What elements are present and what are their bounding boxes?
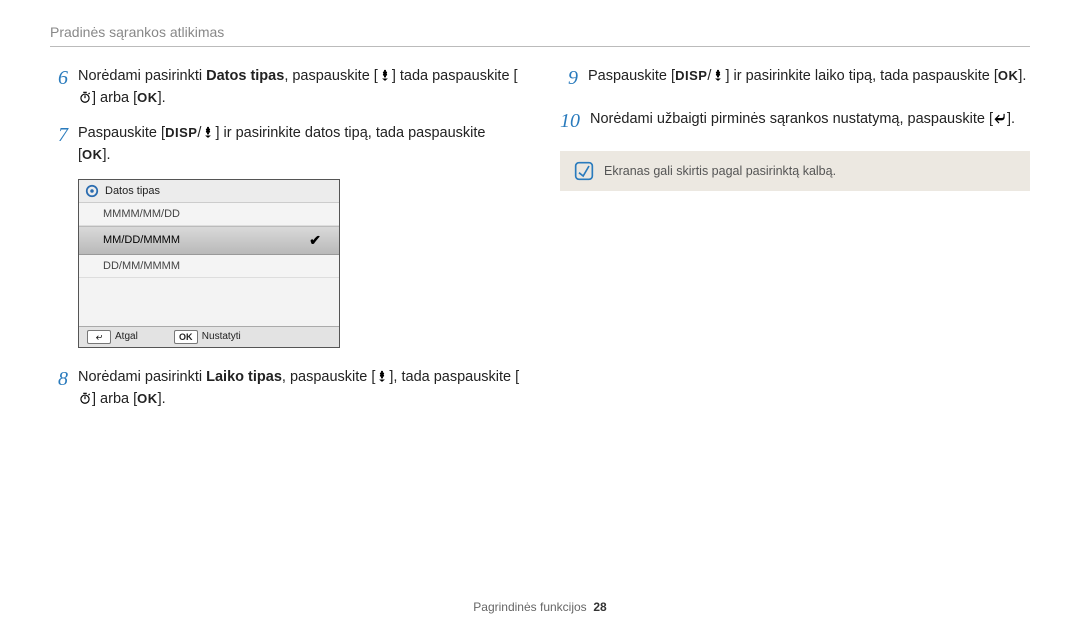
step-number: 9: [560, 63, 578, 94]
step-9: 9 Paspauskite [DISP/] ir pasirinkite lai…: [560, 65, 1030, 96]
disp-key-label: DISP: [675, 68, 707, 83]
note-box: Ekranas gali skirtis pagal pasirinktą ka…: [560, 151, 1030, 191]
text: Paspauskite [: [588, 68, 675, 84]
text: Norėdami užbaigti pirminės sąrankos nust…: [590, 111, 993, 127]
left-column: 6 Norėdami pasirinkti Datos tipas, paspa…: [50, 65, 520, 423]
dial-icon: [85, 184, 99, 198]
flower-down-icon: [711, 68, 725, 82]
back-key-icon: [87, 330, 111, 344]
text: Norėdami pasirinkti: [78, 68, 206, 84]
flower-down-icon: [378, 68, 392, 82]
ok-key-label: OK: [82, 147, 103, 162]
text: ].: [158, 90, 166, 106]
footer-back[interactable]: Atgal: [79, 327, 146, 347]
menu-list: MMMM/MM/DD MM/DD/MMMM ✔ DD/MM/MMMM: [79, 203, 339, 326]
text: , paspauskite [: [282, 369, 376, 385]
footer-set[interactable]: OK Nustatyti: [166, 327, 249, 347]
page-footer: Pagrindinės funkcijos 28: [0, 600, 1080, 614]
footer-back-label: Atgal: [115, 331, 138, 342]
menu-footer: Atgal OK Nustatyti: [79, 326, 339, 347]
timer-icon: [78, 391, 92, 405]
footer-set-label: Nustatyti: [202, 331, 241, 342]
text: ].: [1007, 111, 1015, 127]
ok-key-label: OK: [998, 68, 1019, 83]
menu-item[interactable]: MMMM/MM/DD: [79, 203, 339, 226]
step-number: 7: [50, 120, 68, 151]
menu-item-label: MM/DD/MMMM: [103, 234, 180, 246]
menu-title: Datos tipas: [105, 185, 160, 197]
step-body: Norėdami pasirinkti Laiko tipas, paspaus…: [78, 366, 520, 411]
ok-key-label: OK: [137, 391, 158, 406]
step-body: Paspauskite [DISP/] ir pasirinkite datos…: [78, 122, 520, 167]
menu-item-selected[interactable]: MM/DD/MMMM ✔: [79, 226, 339, 255]
disp-key-label: DISP: [165, 125, 197, 140]
text: , paspauskite [: [284, 68, 378, 84]
return-icon: [993, 111, 1007, 125]
check-icon: ✔: [309, 232, 331, 249]
text: ], tada paspauskite [: [389, 369, 519, 385]
step-7: 7 Paspauskite [DISP/] ir pasirinkite dat…: [50, 122, 520, 167]
text: Paspauskite [: [78, 125, 165, 141]
text: ].: [103, 147, 111, 163]
text: ].: [158, 391, 166, 407]
text: ] ir pasirinkite laiko tipą, tada paspau…: [725, 68, 997, 84]
menu-item[interactable]: DD/MM/MMMM: [79, 255, 339, 278]
text-bold: Laiko tipas: [206, 369, 282, 385]
note-icon: [574, 161, 594, 181]
flower-down-icon: [375, 369, 389, 383]
step-10: 10 Norėdami užbaigti pirminės sąrankos n…: [560, 108, 1030, 139]
text-bold: Datos tipas: [206, 68, 284, 84]
step-number: 10: [560, 106, 580, 137]
step-body: Norėdami užbaigti pirminės sąrankos nust…: [590, 108, 1030, 130]
ok-key-label: OK: [137, 90, 158, 105]
text: ] arba [: [92, 90, 137, 106]
text: Norėdami pasirinkti: [78, 369, 206, 385]
page-header: Pradinės sąrankos atlikimas: [50, 24, 1030, 40]
timer-icon: [78, 90, 92, 104]
text: ].: [1018, 68, 1026, 84]
step-number: 6: [50, 63, 68, 94]
flower-down-icon: [201, 125, 215, 139]
text: ] arba [: [92, 391, 137, 407]
text: ] tada paspauskite [: [392, 68, 518, 84]
step-body: Paspauskite [DISP/] ir pasirinkite laiko…: [588, 65, 1030, 87]
header-rule: [50, 46, 1030, 47]
step-number: 8: [50, 364, 68, 395]
footer-section: Pagrindinės funkcijos: [473, 600, 586, 614]
step-8: 8 Norėdami pasirinkti Laiko tipas, paspa…: [50, 366, 520, 411]
ok-key: OK: [174, 330, 198, 344]
menu-empty-area: [79, 278, 339, 326]
note-text: Ekranas gali skirtis pagal pasirinktą ka…: [604, 164, 836, 178]
camera-menu-screenshot: Datos tipas MMMM/MM/DD MM/DD/MMMM ✔ DD/M…: [78, 179, 340, 348]
step-6: 6 Norėdami pasirinkti Datos tipas, paspa…: [50, 65, 520, 110]
step-body: Norėdami pasirinkti Datos tipas, paspaus…: [78, 65, 520, 110]
right-column: 9 Paspauskite [DISP/] ir pasirinkite lai…: [560, 65, 1030, 423]
menu-titlebar: Datos tipas: [79, 180, 339, 203]
footer-page: 28: [593, 600, 606, 614]
